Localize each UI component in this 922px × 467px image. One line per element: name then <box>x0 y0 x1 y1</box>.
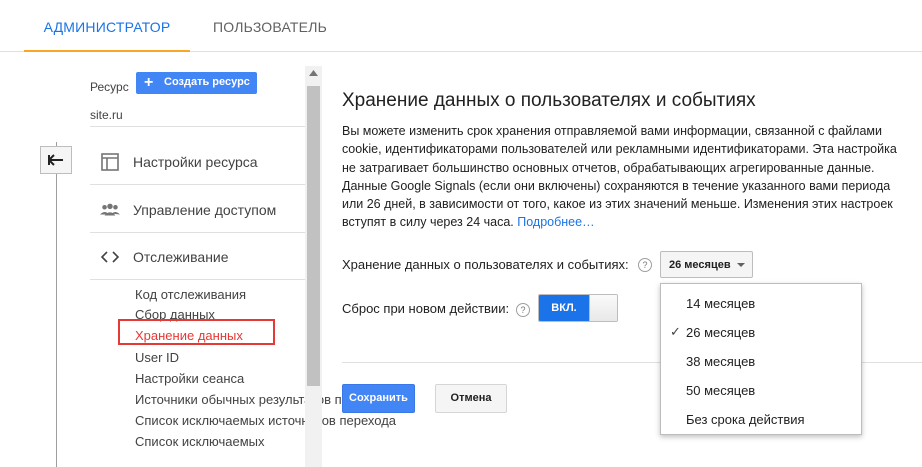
sidebar-subitem-search-term-exclusion[interactable]: Список исключаемых <box>135 434 265 449</box>
toggle-knob[interactable] <box>589 295 617 321</box>
back-arrow-icon <box>48 154 63 166</box>
sidebar-scrollbar[interactable] <box>305 66 322 467</box>
learn-more-link[interactable]: Подробнее… <box>517 215 594 229</box>
dropdown-option-label: Без срока действия <box>686 412 805 427</box>
code-icon <box>100 251 120 263</box>
sidebar-item-resource-settings[interactable]: Настройки ресурса <box>96 142 305 182</box>
site-name: site.ru <box>90 108 123 122</box>
dropdown-option-label: 14 месяцев <box>686 296 756 311</box>
back-button[interactable] <box>40 146 72 174</box>
retention-label: Хранение данных о пользователях и событи… <box>342 257 629 272</box>
sidebar-divider <box>90 232 305 233</box>
people-icon <box>100 203 120 216</box>
help-icon[interactable]: ? <box>516 303 530 317</box>
sidebar-divider <box>90 279 305 280</box>
dropdown-option[interactable]: 50 месяцев <box>661 376 861 405</box>
dropdown-option[interactable]: 38 месяцев <box>661 347 861 376</box>
plus-icon: + <box>144 74 154 91</box>
create-resource-button[interactable]: + Создать ресурс <box>136 72 257 94</box>
checkmark-icon: ✓ <box>670 324 681 339</box>
scrollbar-thumb[interactable] <box>307 86 320 386</box>
dropdown-option-label: 38 месяцев <box>686 354 756 369</box>
sidebar-item-label: Настройки ресурса <box>133 154 258 170</box>
dropdown-option[interactable]: 14 месяцев <box>661 289 861 318</box>
scroll-up-arrow-icon[interactable] <box>309 70 318 76</box>
sidebar-subitem-referral-exclusion[interactable]: Список исключаемых источников перехода <box>135 413 396 428</box>
reset-label: Сброс при новом действии: <box>342 301 510 316</box>
sidebar-subitem-organic-sources[interactable]: Источники обычных результатов поиска <box>135 392 376 407</box>
dropdown-option[interactable]: Без срока действия <box>661 405 861 434</box>
timeline-line <box>56 142 57 467</box>
top-tabs: АДМИНИСТРАТОР ПОЛЬЗОВАТЕЛЬ <box>0 0 922 52</box>
highlight-annotation-box <box>118 319 275 345</box>
sidebar-item-label: Управление доступом <box>133 202 277 218</box>
resource-label: Ресурс <box>90 80 129 94</box>
toggle-on-label: ВКЛ. <box>539 295 589 321</box>
sidebar-item-label: Отслеживание <box>133 249 229 265</box>
sidebar-item-access-management[interactable]: Управление доступом <box>96 190 305 230</box>
dropdown-option-label: 50 месяцев <box>686 383 756 398</box>
description-text: Вы можете изменить срок хранения отправл… <box>342 124 897 230</box>
layout-icon <box>101 153 119 171</box>
reset-toggle[interactable]: ВКЛ. <box>538 294 618 322</box>
dropdown-option-label: 26 месяцев <box>686 325 756 340</box>
retention-select[interactable]: 26 месяцев <box>660 251 753 278</box>
sidebar-subitem-user-id[interactable]: User ID <box>135 350 179 365</box>
sidebar-divider <box>90 184 305 185</box>
chevron-down-icon <box>737 263 745 267</box>
create-resource-label: Создать ресурс <box>164 76 250 88</box>
retention-select-value: 26 месяцев <box>669 259 731 271</box>
dropdown-option[interactable]: ✓ 26 месяцев <box>661 318 861 347</box>
sidebar-subitem-tracking-code[interactable]: Код отслеживания <box>135 287 246 302</box>
page-title: Хранение данных о пользователях и событи… <box>342 90 756 111</box>
sidebar-item-tracking[interactable]: Отслеживание <box>96 237 305 277</box>
sidebar-subitem-session-settings[interactable]: Настройки сеанса <box>135 371 244 386</box>
retention-dropdown-menu: 14 месяцев ✓ 26 месяцев 38 месяцев 50 ме… <box>660 283 862 435</box>
tab-admin[interactable]: АДМИНИСТРАТОР <box>24 0 190 52</box>
tab-user[interactable]: ПОЛЬЗОВАТЕЛЬ <box>190 0 350 52</box>
description: Вы можете изменить срок хранения отправл… <box>342 122 912 232</box>
cancel-button[interactable]: Отмена <box>435 384 507 413</box>
save-button[interactable]: Сохранить <box>342 384 415 413</box>
sidebar-divider <box>90 126 305 127</box>
help-icon[interactable]: ? <box>638 258 652 272</box>
